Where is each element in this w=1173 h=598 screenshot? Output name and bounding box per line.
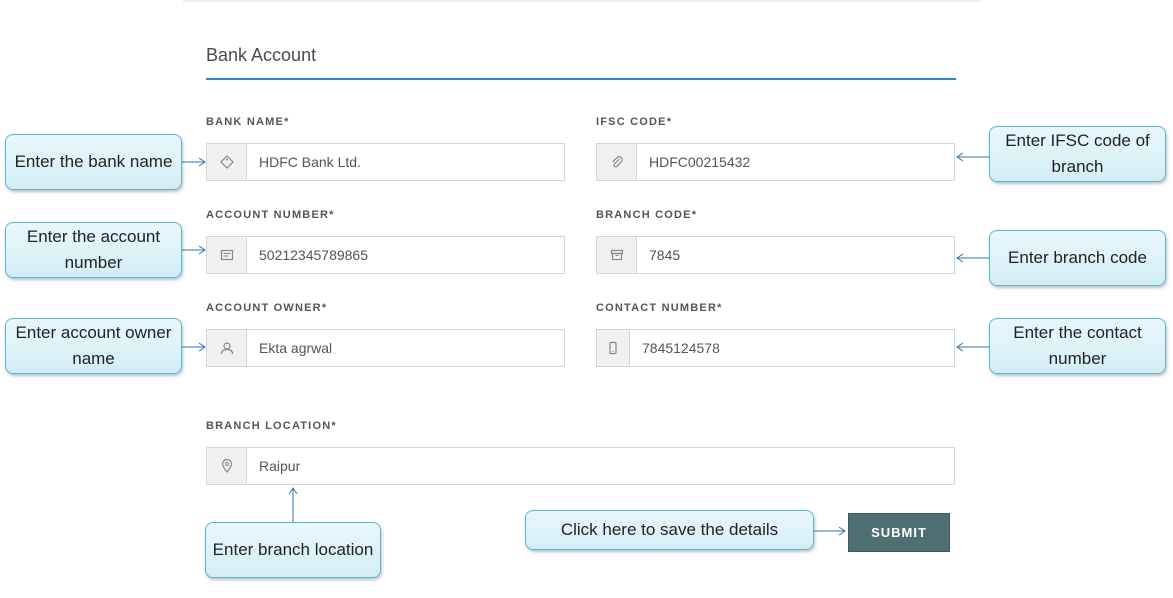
- callout-branch-location: Enter branch location: [205, 522, 381, 578]
- branch-location-input[interactable]: [247, 448, 954, 484]
- account-owner-label: ACCOUNT OWNER*: [206, 302, 328, 314]
- tag-icon: [207, 144, 247, 180]
- arrow-submit: [814, 526, 846, 536]
- ifsc-code-label: IFSC CODE*: [596, 116, 673, 128]
- arrow-account-number: [182, 245, 206, 255]
- bank-name-input[interactable]: [247, 144, 564, 180]
- account-number-field: [206, 236, 565, 274]
- arrow-branch-location: [288, 487, 298, 522]
- contact-number-input[interactable]: [630, 330, 954, 366]
- user-icon: [207, 330, 247, 366]
- bank-name-label: BANK NAME*: [206, 116, 290, 128]
- bank-name-field: [206, 143, 565, 181]
- contact-number-field: [596, 329, 955, 367]
- branch-location-field: [206, 447, 955, 485]
- callout-ifsc-code: Enter IFSC code of branch: [989, 126, 1166, 182]
- arrow-branch-code: [956, 253, 989, 263]
- card-icon: [207, 237, 247, 273]
- account-number-label: ACCOUNT NUMBER*: [206, 209, 335, 221]
- arrow-bank-name: [182, 157, 206, 167]
- contact-number-label: CONTACT NUMBER*: [596, 302, 723, 314]
- ifsc-code-input[interactable]: [637, 144, 954, 180]
- map-pin-icon: [207, 448, 247, 484]
- phone-icon: [597, 330, 630, 366]
- top-border: [183, 0, 980, 2]
- arrow-contact-number: [956, 342, 989, 352]
- branch-location-label: BRANCH LOCATION*: [206, 420, 337, 432]
- arrow-account-owner: [182, 342, 206, 352]
- callout-branch-code: Enter branch code: [989, 230, 1166, 286]
- page-title: Bank Account: [206, 45, 317, 65]
- branch-code-input[interactable]: [637, 237, 954, 273]
- account-owner-input[interactable]: [247, 330, 564, 366]
- account-number-input[interactable]: [247, 237, 564, 273]
- account-owner-field: [206, 329, 565, 367]
- ifsc-code-field: [596, 143, 955, 181]
- callout-submit: Click here to save the details: [525, 510, 814, 550]
- callout-account-owner: Enter account owner name: [5, 318, 182, 374]
- callout-arrows: [182, 152, 989, 536]
- branch-code-label: BRANCH CODE*: [596, 209, 698, 221]
- archive-icon: [597, 237, 637, 273]
- arrow-ifsc-code: [956, 152, 989, 162]
- callout-contact-number: Enter the contact number: [989, 318, 1166, 374]
- paperclip-icon: [597, 144, 637, 180]
- callout-account-number: Enter the account number: [5, 222, 182, 278]
- title-underline: [206, 78, 956, 80]
- branch-code-field: [596, 236, 955, 274]
- callout-bank-name: Enter the bank name: [5, 134, 182, 190]
- submit-button[interactable]: SUBMIT: [848, 513, 950, 552]
